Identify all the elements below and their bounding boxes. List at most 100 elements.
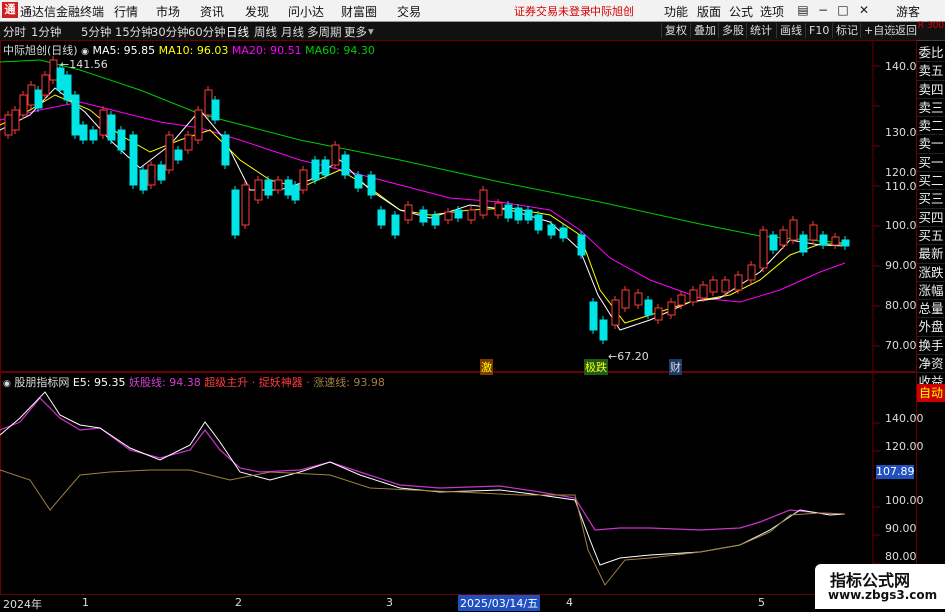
low-price-label: ←67.20 xyxy=(608,350,649,363)
signal-tag-ji[interactable]: 激 xyxy=(480,359,493,375)
auto-button[interactable]: 自动 xyxy=(917,384,945,402)
menu-item-hangqing[interactable]: 行情 xyxy=(114,3,138,20)
menu-item-faxian[interactable]: 发现 xyxy=(245,3,269,20)
candle-body xyxy=(321,159,330,176)
settings-icon[interactable]: ◉ xyxy=(3,379,11,389)
candle-body xyxy=(524,209,533,221)
tool-diejia[interactable]: 叠加 xyxy=(690,23,719,38)
login-status[interactable]: 证券交易未登录 xyxy=(514,3,591,19)
candle-body xyxy=(467,209,476,221)
tool-back[interactable]: 返回 xyxy=(891,23,920,38)
candle-body xyxy=(404,204,413,221)
side-weibi[interactable]: 委比 xyxy=(917,44,945,63)
side-sell3[interactable]: 卖三 xyxy=(917,99,945,118)
candle-body xyxy=(331,144,340,166)
candle-body xyxy=(494,202,503,216)
menu-item-jiaoyi[interactable]: 交易 xyxy=(397,3,421,20)
side-volume[interactable]: 总量 xyxy=(917,300,945,319)
sub-axis-80: 80.00 xyxy=(885,550,917,563)
legend-title: 中际旭创(日线) xyxy=(3,44,78,57)
window-menu-icon[interactable]: ▤ xyxy=(794,2,812,19)
period-multi[interactable]: 多周期 xyxy=(307,24,342,40)
gear-icon[interactable]: ◉ xyxy=(81,47,89,57)
candle-body xyxy=(117,129,126,151)
signal-tag-jidie[interactable]: 极跌 xyxy=(584,359,608,375)
menu-item-caifuquan[interactable]: 财富圈 xyxy=(341,3,377,20)
menu-item-xuanxiang[interactable]: 选项 xyxy=(760,3,784,20)
period-fenshi[interactable]: 分时 xyxy=(3,24,26,40)
candle-body xyxy=(284,179,293,196)
period-1min[interactable]: 1分钟 xyxy=(31,24,61,40)
maximize-icon[interactable]: □ xyxy=(834,2,852,19)
candle-body xyxy=(747,264,756,281)
candle-body xyxy=(779,229,788,246)
side-sell1[interactable]: 卖一 xyxy=(917,135,945,154)
candle-body xyxy=(254,179,263,201)
side-change-pct[interactable]: 涨幅 xyxy=(917,282,945,301)
guest-label[interactable]: 游客 xyxy=(896,3,920,20)
candle-body xyxy=(241,184,250,226)
side-buy2[interactable]: 买二 xyxy=(917,172,945,191)
side-change[interactable]: 涨跌 xyxy=(917,264,945,282)
period-daily[interactable]: 日线 xyxy=(226,24,249,40)
period-30min[interactable]: 30分钟 xyxy=(151,24,189,40)
candle-body xyxy=(841,239,850,247)
side-buy1[interactable]: 买一 xyxy=(917,154,945,173)
legend-ma10: MA10: 96.03 xyxy=(158,44,229,57)
candle-body xyxy=(139,169,148,191)
tool-tongji[interactable]: 统计 xyxy=(746,23,775,38)
side-sell4[interactable]: 卖四 xyxy=(917,81,945,99)
side-outer[interactable]: 外盘 xyxy=(917,318,945,337)
sub-axis-140: 140.00 xyxy=(885,412,924,425)
chevron-down-icon[interactable]: ▾ xyxy=(368,24,374,38)
candle-body xyxy=(367,174,376,196)
menu-item-zixun[interactable]: 资讯 xyxy=(200,3,224,20)
signal-tag-cai[interactable]: 财 xyxy=(669,359,682,375)
tool-huaxian[interactable]: 画线 xyxy=(776,23,805,38)
menu-item-gongshi[interactable]: 公式 xyxy=(729,3,753,20)
period-60min[interactable]: 60分钟 xyxy=(188,24,226,40)
candle-body xyxy=(174,149,183,161)
candle-body xyxy=(621,289,630,309)
period-5min[interactable]: 5分钟 xyxy=(81,24,111,40)
menu-item-gongneng[interactable]: 功能 xyxy=(664,3,688,20)
side-sell5[interactable]: 卖五 xyxy=(917,62,945,81)
candle-body xyxy=(789,219,798,241)
side-buy3[interactable]: 买三 xyxy=(917,190,945,209)
tool-f10[interactable]: F10 xyxy=(805,23,832,38)
minimize-icon[interactable]: − xyxy=(814,2,832,19)
side-turnover[interactable]: 换手 xyxy=(917,337,945,356)
price-axis-80: 80.00 xyxy=(885,299,917,312)
candle-body xyxy=(299,169,308,191)
candle-body xyxy=(165,134,174,171)
candle-body xyxy=(264,179,273,196)
menu-item-banmian[interactable]: 版面 xyxy=(697,3,721,20)
side-sell2[interactable]: 卖二 xyxy=(917,117,945,136)
period-more[interactable]: 更多 xyxy=(344,24,367,40)
candle-body xyxy=(769,234,778,251)
period-15min[interactable]: 15分钟 xyxy=(115,24,153,40)
tool-biaoji[interactable]: 标记 xyxy=(832,23,861,38)
candle-body xyxy=(194,109,203,141)
period-monthly[interactable]: 月线 xyxy=(281,24,304,40)
candle-body xyxy=(11,109,20,131)
period-weekly[interactable]: 周线 xyxy=(254,24,277,40)
candle-body xyxy=(341,154,350,176)
menu-item-wenxiaoda[interactable]: 问小达 xyxy=(288,3,324,20)
candle-body xyxy=(734,274,743,291)
side-buy5[interactable]: 买五 xyxy=(917,227,945,246)
candle-body xyxy=(534,214,543,231)
candle-body xyxy=(211,99,220,121)
side-latest[interactable]: 最新 xyxy=(917,245,945,264)
tool-duogu[interactable]: 多股 xyxy=(718,23,747,38)
candle-body xyxy=(27,84,36,106)
side-netasset[interactable]: 净资 xyxy=(917,355,945,374)
side-buy4[interactable]: 买四 xyxy=(917,209,945,227)
kline-chart[interactable] xyxy=(0,40,917,609)
tool-fuquan[interactable]: 复权 xyxy=(661,23,690,38)
menu-item-shichang[interactable]: 市场 xyxy=(156,3,180,20)
close-icon[interactable]: ✕ xyxy=(855,2,873,19)
e5-line xyxy=(0,391,846,566)
time-label-2: 2 xyxy=(235,596,242,609)
candle-body xyxy=(147,164,156,186)
